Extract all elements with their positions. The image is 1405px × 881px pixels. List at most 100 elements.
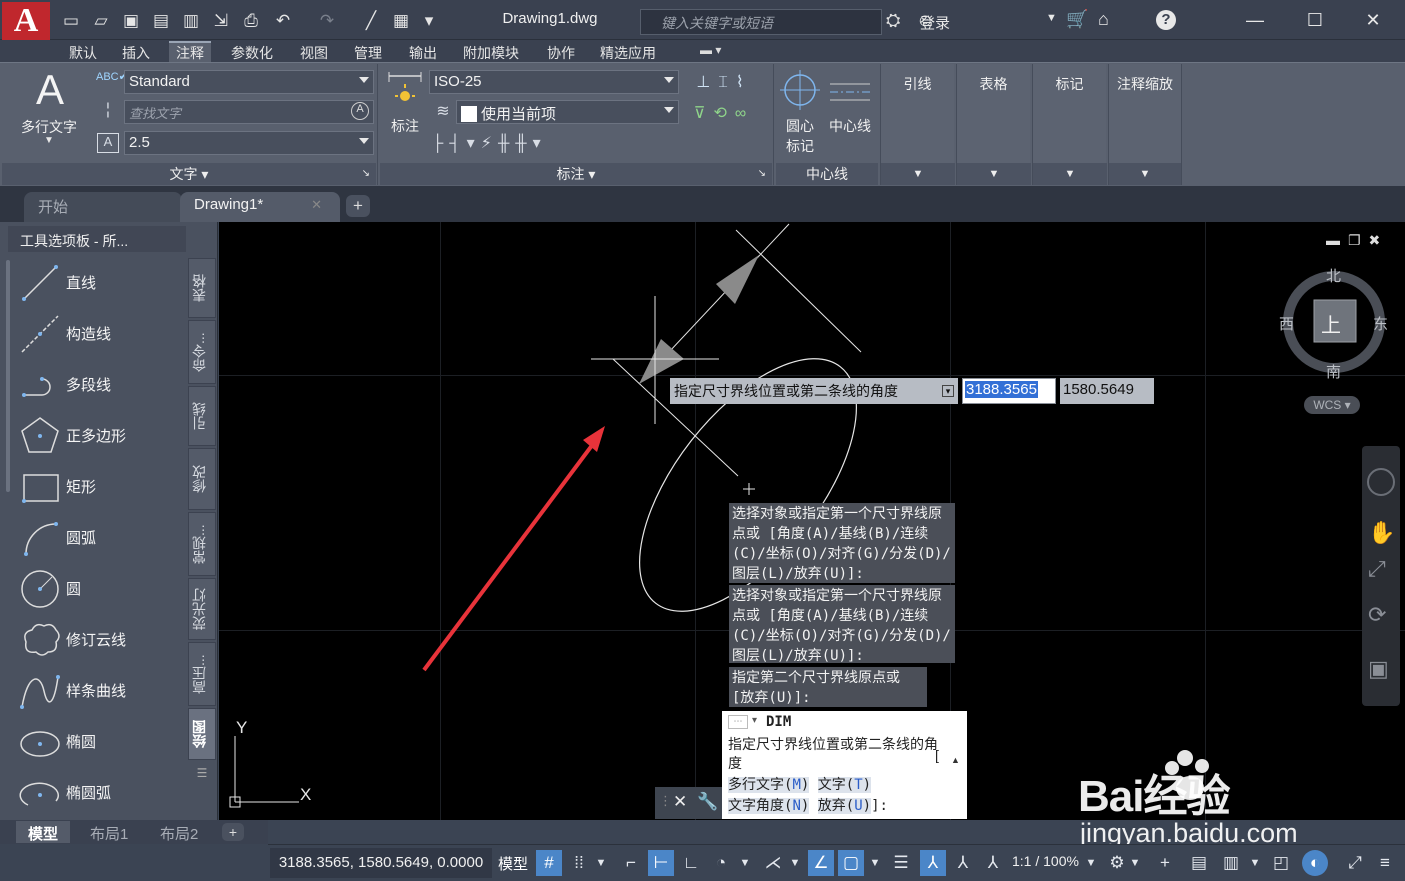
dim-tools-row-icon[interactable]: ├┤▾⚡╫╫▾: [432, 133, 541, 153]
web-save-icon[interactable]: ⇲: [210, 10, 232, 32]
palette-scrollbar[interactable]: [6, 260, 10, 492]
text-panel-title[interactable]: 文字 ▾ ↘: [2, 163, 376, 185]
dropdown-icon[interactable]: ▾: [942, 385, 954, 397]
save-as-icon[interactable]: ▤: [150, 10, 172, 32]
annotation-scale-icon[interactable]: ⅄: [980, 850, 1006, 876]
help-icon[interactable]: ?: [1156, 10, 1176, 30]
option-text[interactable]: 文字(T): [817, 777, 872, 793]
dynamic-input-y[interactable]: 1580.5649: [1060, 378, 1154, 404]
isodraft-dropdown-icon[interactable]: ▼: [786, 850, 804, 876]
text-justify-icon[interactable]: ¦: [98, 101, 118, 119]
clean-screen-icon[interactable]: ⤢: [1342, 850, 1368, 876]
undo-icon[interactable]: ↶: [272, 10, 294, 32]
dim-update-tools-icon[interactable]: ⊽⟲∞: [684, 103, 764, 123]
option-undo[interactable]: 放弃(U): [817, 798, 872, 814]
tab-parametric[interactable]: 参数化: [224, 41, 280, 62]
login-button[interactable]: 登录: [920, 12, 950, 33]
tab-start[interactable]: 开始: [24, 192, 182, 222]
table-panel[interactable]: 表格 ▼: [956, 64, 1031, 185]
tab-model[interactable]: 模型: [16, 821, 71, 843]
check-spelling-icon[interactable]: ABC✔: [96, 70, 128, 83]
web-open-icon[interactable]: ▥: [180, 10, 202, 32]
store-cart-icon[interactable]: 🛒: [1066, 9, 1088, 30]
palette-item-line[interactable]: 直线: [14, 257, 186, 307]
option-mtext[interactable]: 多行文字(M): [728, 777, 810, 793]
annotation-scaling-dropdown[interactable]: ▼: [1109, 163, 1181, 185]
close-window-button[interactable]: ✕: [1358, 6, 1388, 34]
infer-constraints-icon[interactable]: ⌐: [618, 850, 644, 876]
option-text-angle[interactable]: 文字角度(N): [728, 798, 810, 814]
palette-tab-general[interactable]: 常规...: [188, 512, 216, 576]
viewcube-east[interactable]: 东: [1373, 313, 1388, 334]
showmotion-icon[interactable]: ▣: [1368, 656, 1389, 682]
scroll-up-icon[interactable]: ▲: [951, 755, 960, 765]
scale-dropdown-icon[interactable]: ▼: [1082, 850, 1100, 876]
find-text-input[interactable]: 查找文字 A: [124, 100, 374, 124]
palette-tab-draw[interactable]: 绘图: [188, 708, 216, 760]
text-height-select[interactable]: 2.5: [124, 131, 374, 155]
viewcube-west[interactable]: 西: [1279, 313, 1294, 334]
isolate-objects-icon[interactable]: ◰: [1268, 850, 1294, 876]
lineweight-icon[interactable]: ☰: [888, 850, 914, 876]
multiline-text-label[interactable]: 多行文字: [14, 117, 84, 137]
save-icon[interactable]: ▣: [120, 10, 142, 32]
dynamic-input-x[interactable]: 3188.3565: [962, 378, 1056, 404]
login-dropdown-icon[interactable]: ▼: [1046, 12, 1057, 24]
polar-tracking-icon[interactable]: ◔: [708, 850, 734, 876]
palette-tab-lighting[interactable]: 荧光灯: [188, 578, 216, 640]
binoculars-icon[interactable]: ⛭: [886, 10, 900, 31]
viewcube-top-face[interactable]: 上: [1321, 309, 1341, 338]
tab-layout2[interactable]: 布局2: [148, 821, 210, 843]
isodraft-icon[interactable]: ⋌: [760, 850, 786, 876]
workspace-dropdown-icon[interactable]: ▼: [1126, 850, 1144, 876]
viewcube-south[interactable]: 南: [1326, 361, 1341, 382]
close-tab-icon[interactable]: ✕: [311, 197, 322, 213]
markup-panel-dropdown[interactable]: ▼: [1033, 163, 1107, 185]
object-snap-tracking-icon[interactable]: ∠: [808, 850, 834, 876]
ortho-icon[interactable]: ∟: [678, 850, 704, 876]
tab-addins[interactable]: 附加模块: [456, 41, 526, 62]
centerline-label[interactable]: 中心线: [822, 116, 878, 136]
palette-tab-high-voltage[interactable]: 高压...: [188, 642, 216, 706]
object-snap-icon[interactable]: ▢: [838, 850, 864, 876]
a360-icon[interactable]: ⌂: [1098, 9, 1109, 30]
model-space-button[interactable]: 模型: [498, 853, 528, 874]
tab-view[interactable]: 视图: [293, 41, 335, 62]
dimension-panel-title[interactable]: 标注 ▾ ↘: [380, 163, 772, 185]
multiline-text-icon[interactable]: A: [28, 66, 72, 114]
annotation-scaling-panel[interactable]: 注释缩放 ▼: [1108, 64, 1182, 185]
dynamic-input-icon[interactable]: ⊢: [648, 850, 674, 876]
plot-icon[interactable]: ⎙: [240, 10, 262, 32]
palette-item-polygon[interactable]: 正多边形: [14, 410, 186, 460]
tab-manage[interactable]: 管理: [347, 41, 389, 62]
palette-overflow-icon[interactable]: ☰: [190, 766, 214, 784]
annotation-monitor-icon[interactable]: +: [1152, 850, 1178, 876]
dimension-style-select[interactable]: ISO-25: [429, 70, 679, 94]
tab-output[interactable]: 输出: [402, 41, 444, 62]
palette-tab-leaders[interactable]: 引线: [188, 386, 216, 446]
orbit-icon[interactable]: ⟳: [1368, 602, 1386, 628]
centerline-icon[interactable]: [828, 80, 872, 104]
command-line-handle[interactable]: ⋮ ✕ 🔧: [655, 787, 722, 819]
close-command-icon[interactable]: ✕: [673, 792, 687, 812]
units-icon[interactable]: ▤: [1186, 850, 1212, 876]
tab-featured-apps[interactable]: 精选应用: [593, 41, 663, 62]
new-layout-button[interactable]: +: [222, 823, 244, 841]
match-properties-icon[interactable]: ╱: [360, 10, 382, 32]
find-icon[interactable]: A: [351, 102, 369, 120]
palette-item-circle[interactable]: 圆: [14, 563, 186, 613]
viewport-controls[interactable]: ▬❐✖: [1326, 232, 1388, 249]
open-icon[interactable]: ▱: [90, 10, 112, 32]
customization-menu-icon[interactable]: ≡: [1372, 850, 1398, 876]
polar-dropdown-icon[interactable]: ▼: [736, 850, 754, 876]
palette-item-rectangle[interactable]: 矩形: [14, 461, 186, 511]
palette-item-polyline[interactable]: 多段线: [14, 359, 186, 409]
command-line[interactable]: ⋯ ▾ DIM 指定尺寸界线位置或第二条线的角度 [ ▲ 多行文字(M) 文字(…: [722, 711, 967, 819]
auto-scale-icon[interactable]: ⅄: [950, 850, 976, 876]
palette-tab-tables[interactable]: 表格: [188, 258, 216, 318]
markup-panel[interactable]: 标记 ▼: [1032, 64, 1107, 185]
tab-default[interactable]: 默认: [62, 41, 104, 62]
center-mark-icon[interactable]: [780, 70, 820, 110]
maximize-button[interactable]: ☐: [1300, 6, 1330, 34]
text-style-select[interactable]: Standard: [124, 70, 374, 94]
